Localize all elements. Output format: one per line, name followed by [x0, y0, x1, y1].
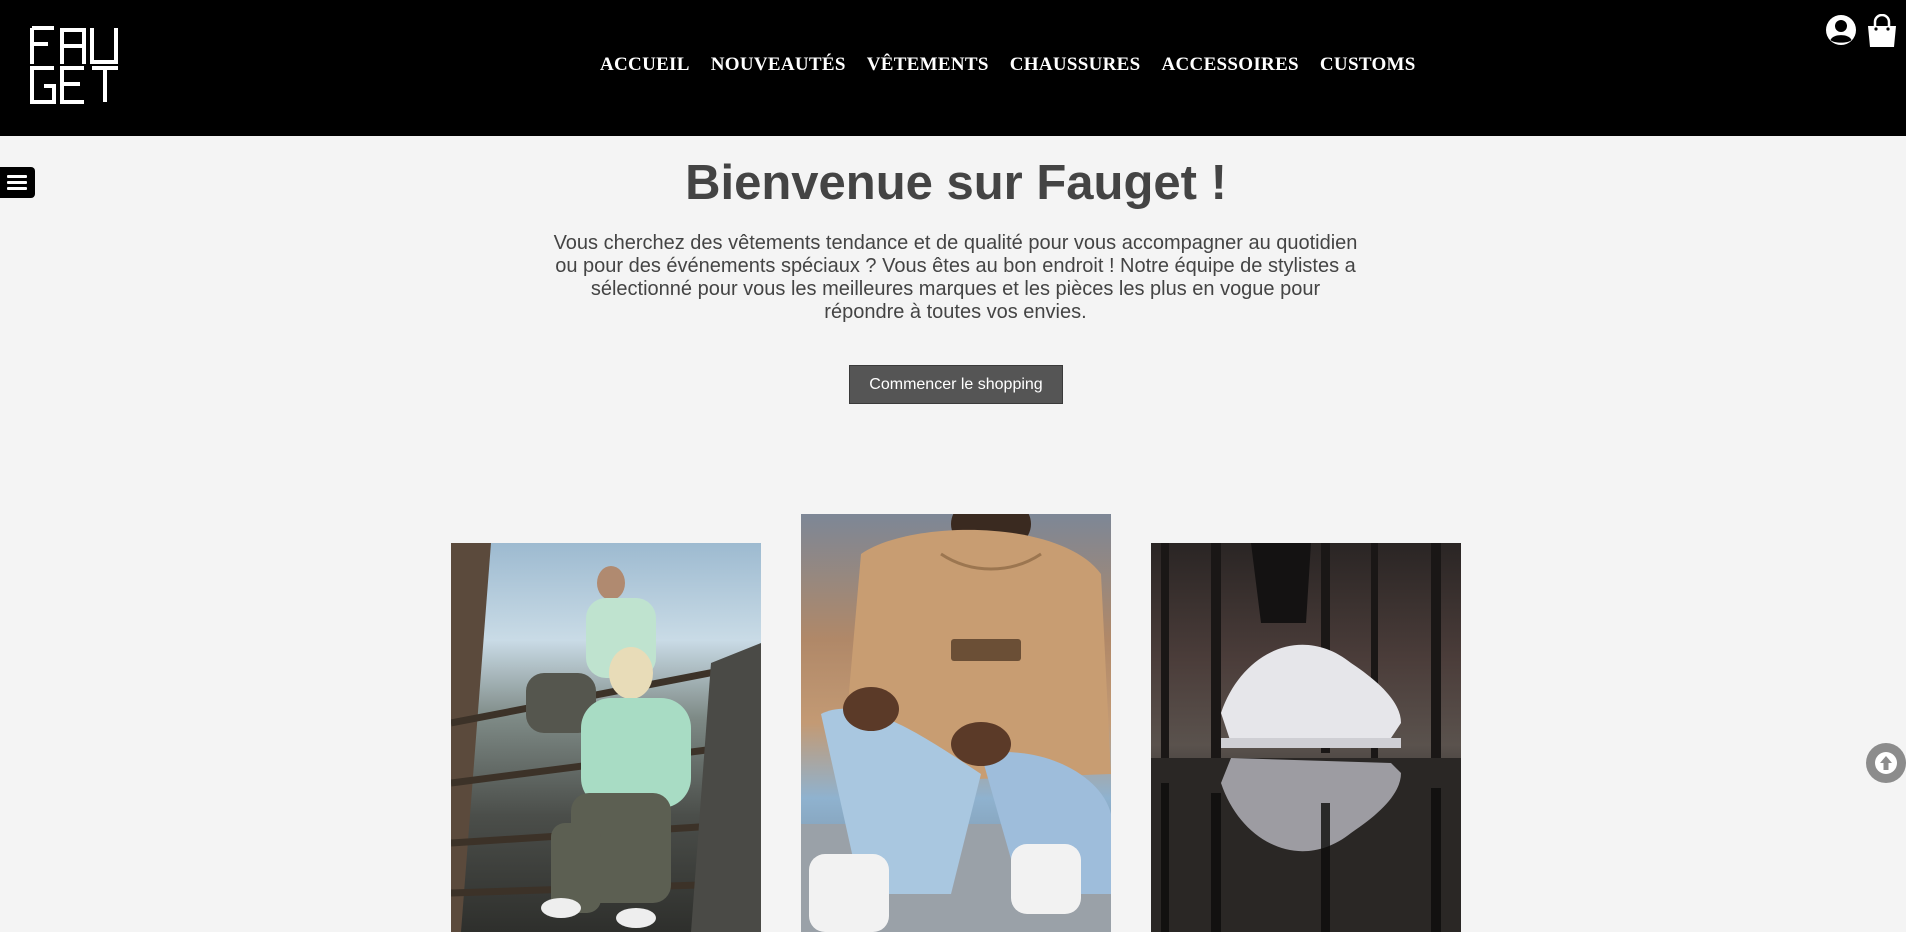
nav-item-vetements[interactable]: VÊTEMENTS [867, 54, 989, 76]
site-header: ACCUEIL NOUVEAUTÉS VÊTEMENTS CHAUSSURES … [0, 0, 1906, 136]
scroll-to-top-button[interactable] [1866, 743, 1906, 783]
lookbook-image-hoodies[interactable] [451, 543, 761, 932]
nav-item-accessoires[interactable]: ACCESSOIRES [1162, 54, 1299, 76]
nav-item-chaussures[interactable]: CHAUSSURES [1010, 54, 1141, 76]
lookbook-image-beans-hoodie[interactable] [801, 514, 1111, 932]
main-nav: ACCUEIL NOUVEAUTÉS VÊTEMENTS CHAUSSURES … [600, 54, 1416, 76]
hero-title: Bienvenue sur Fauget ! [685, 156, 1227, 210]
lookbook-image-sneakers[interactable] [1151, 543, 1461, 932]
start-shopping-button[interactable]: Commencer le shopping [849, 365, 1063, 404]
hero-description: Vous cherchez des vêtements tendance et … [553, 232, 1358, 323]
nav-item-customs[interactable]: CUSTOMS [1320, 54, 1416, 76]
nav-item-nouveautes[interactable]: NOUVEAUTÉS [711, 54, 846, 76]
fauget-logo[interactable] [30, 24, 120, 104]
user-account-icon[interactable] [1825, 14, 1857, 46]
arrow-up-icon [1875, 752, 1897, 774]
nav-item-accueil[interactable]: ACCUEIL [600, 54, 690, 76]
shopping-bag-icon[interactable] [1866, 14, 1898, 48]
